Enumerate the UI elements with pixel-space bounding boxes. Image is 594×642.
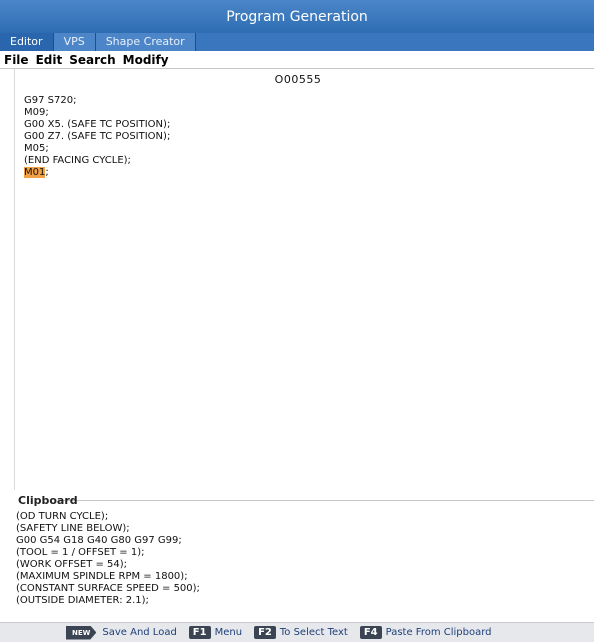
- menu-search[interactable]: Search: [66, 53, 118, 67]
- f4-key: F4: [359, 626, 382, 639]
- clipboard-line: (OUTSIDE DIAMETER: 2.1);: [16, 595, 149, 606]
- code-line[interactable]: M09;: [24, 107, 170, 119]
- menu-modify[interactable]: Modify: [120, 53, 172, 67]
- title-bar: Program Generation: [0, 0, 594, 33]
- program-editor[interactable]: O00555 G97 S720; M09; G00 X5. (SAFE TC P…: [14, 69, 594, 490]
- cursor-line-suffix: ;: [45, 167, 49, 178]
- tab-vps[interactable]: VPS: [53, 33, 96, 51]
- clipboard-line: G00 G54 G18 G40 G80 G97 G99;: [16, 535, 182, 546]
- tab-strip: Editor VPS Shape Creator: [0, 33, 594, 51]
- clipboard-line: (TOOL = 1 / OFFSET = 1);: [16, 547, 145, 558]
- tab-shape-creator[interactable]: Shape Creator: [95, 33, 196, 51]
- program-name: O00555: [274, 73, 322, 86]
- menu-bar: File Edit Search Modify: [0, 51, 594, 69]
- clipboard-content[interactable]: (OD TURN CYCLE); (SAFETY LINE BELOW); G0…: [16, 511, 576, 622]
- menu-file[interactable]: File: [1, 53, 32, 67]
- save-and-load-button[interactable]: NEW Save And Load: [66, 625, 189, 640]
- f2-key: F2: [254, 626, 276, 639]
- clipboard-title: Clipboard: [18, 494, 78, 507]
- f1-key: F1: [188, 626, 211, 639]
- code-line[interactable]: G97 S720;: [24, 95, 170, 107]
- tab-editor[interactable]: Editor: [0, 33, 54, 51]
- clipboard-line: (SAFETY LINE BELOW);: [16, 523, 130, 534]
- code-line[interactable]: (END FACING CYCLE);: [24, 155, 170, 167]
- cursor-highlight[interactable]: M01: [24, 167, 46, 178]
- f2-label: To Select Text: [279, 627, 348, 638]
- new-key-icon: NEW: [66, 625, 97, 640]
- save-and-load-label: Save And Load: [102, 627, 177, 638]
- f1-label: Menu: [214, 627, 243, 638]
- f4-label: Paste From Clipboard: [385, 627, 492, 638]
- clipboard-line: (OD TURN CYCLE);: [16, 511, 109, 522]
- clipboard-line: (CONSTANT SURFACE SPEED = 500);: [16, 583, 200, 594]
- f4-paste-button[interactable]: F4 Paste From Clipboard: [359, 626, 504, 639]
- code-line[interactable]: M05;: [24, 143, 170, 155]
- cursor-line[interactable]: M01;: [24, 167, 170, 179]
- code-line[interactable]: G00 X5. (SAFE TC POSITION);: [24, 119, 170, 131]
- f1-menu-button[interactable]: F1 Menu: [188, 626, 254, 639]
- menu-edit[interactable]: Edit: [33, 53, 66, 67]
- clipboard-divider: [62, 500, 594, 501]
- window-title: Program Generation: [226, 8, 368, 25]
- clipboard-line: (WORK OFFSET = 54);: [16, 559, 128, 570]
- clipboard-line: (MAXIMUM SPINDLE RPM = 1800);: [16, 571, 188, 582]
- code-line[interactable]: G00 Z7. (SAFE TC POSITION);: [24, 131, 170, 143]
- code-lines: G97 S720; M09; G00 X5. (SAFE TC POSITION…: [24, 95, 170, 179]
- softkey-bar: NEW Save And Load F1 Menu F2 To Select T…: [0, 622, 594, 642]
- f2-select-text-button[interactable]: F2 To Select Text: [254, 626, 360, 639]
